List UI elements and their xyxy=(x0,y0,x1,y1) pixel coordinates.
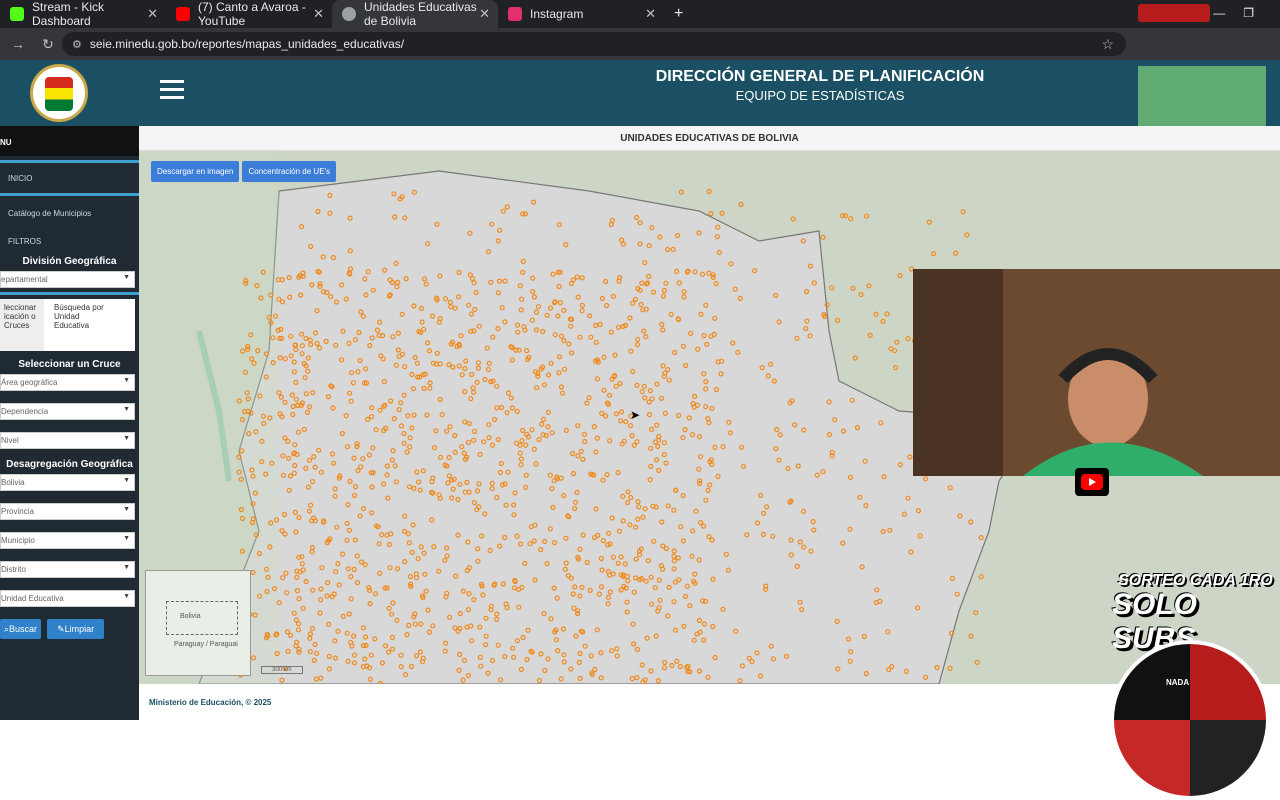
provincia-select[interactable]: Provincia ▼ xyxy=(0,503,135,520)
municipio-select[interactable]: Municipio ▼ xyxy=(0,532,135,549)
close-icon[interactable]: ✕ xyxy=(313,6,324,22)
caret-down-icon: ▼ xyxy=(123,406,130,413)
hamburger-menu-icon[interactable] xyxy=(160,80,184,104)
reload-icon[interactable]: ↻ xyxy=(36,36,60,53)
footer: Ministerio de Educación, © 2025 xyxy=(139,684,1280,720)
close-icon[interactable]: ✕ xyxy=(479,6,490,22)
stream-notification-badge xyxy=(1138,4,1210,22)
bolivia-select[interactable]: Bolivia ▼ xyxy=(0,474,135,491)
webcam-image xyxy=(913,269,1280,476)
prize-wheel: NADA xyxy=(1110,640,1270,800)
site-info-icon[interactable]: ⚙ xyxy=(72,38,82,51)
map-title: UNIDADES EDUCATIVAS DE BOLIVIA xyxy=(139,126,1280,151)
sidebar-item-inicio[interactable]: INICIO xyxy=(0,167,139,189)
dependencia-select[interactable]: Dependencia ▼ xyxy=(0,403,135,420)
header-subtitle: EQUIPO DE ESTADÍSTICAS xyxy=(735,88,905,103)
tab-instagram[interactable]: Instagram ✕ xyxy=(498,0,664,28)
bookmark-star-icon[interactable]: ☆ xyxy=(1101,36,1114,53)
address-input[interactable]: ⚙ seie.minedu.gob.bo/reportes/mapas_unid… xyxy=(62,32,1126,56)
caret-down-icon: ▼ xyxy=(123,506,130,513)
caret-down-icon: ▼ xyxy=(123,435,130,442)
tab-seleccionar-cruces[interactable]: leccionar icación o Cruces xyxy=(0,299,44,351)
wheel-label: NADA xyxy=(1166,678,1190,687)
header-title: DIRECCIÓN GENERAL DE PLANIFICACIÓN xyxy=(655,68,985,85)
division-select[interactable]: epartamental ▼ xyxy=(0,271,135,288)
globe-icon xyxy=(342,7,356,21)
caret-down-icon: ▼ xyxy=(123,535,130,542)
youtube-logo-icon xyxy=(1075,468,1109,496)
tab-youtube[interactable]: (7) Canto a Avaroa - YouTube ✕ xyxy=(166,0,332,28)
caret-down-icon: ▼ xyxy=(123,593,130,600)
division-title: División Geográfica xyxy=(22,256,117,267)
caret-down-icon: ▼ xyxy=(123,564,130,571)
caret-down-icon: ▼ xyxy=(123,377,130,384)
close-icon[interactable]: ✕ xyxy=(645,6,656,22)
distrito-select[interactable]: Distrito ▼ xyxy=(0,561,135,578)
concentration-button[interactable]: Concentración de UE's xyxy=(242,161,337,182)
area-select[interactable]: Área geográfica ▼ xyxy=(0,374,135,391)
mouse-cursor-icon: ➤ xyxy=(630,408,641,422)
sidebar: NU INICIO Catálogo de Municipios FILTROS… xyxy=(0,126,139,720)
caret-down-icon: ▼ xyxy=(123,274,130,281)
close-icon[interactable]: ✕ xyxy=(147,6,158,22)
divider xyxy=(0,160,139,163)
divider xyxy=(0,292,139,295)
browser-tab-bar: Stream - Kick Dashboard ✕ (7) Canto a Ava… xyxy=(0,0,1280,28)
cruce-title: Seleccionar un Cruce xyxy=(18,359,121,370)
filter-tabs: leccionar icación o Cruces Búsqueda por … xyxy=(0,299,135,351)
youtube-icon xyxy=(176,7,190,21)
desagregacion-title: Desagregación Geográfica xyxy=(6,459,133,470)
ministry-logo[interactable] xyxy=(30,64,88,122)
new-tab-button[interactable]: + xyxy=(674,5,683,23)
caret-down-icon: ▼ xyxy=(123,477,130,484)
sidebar-item-catalogo[interactable]: Catálogo de Municipios xyxy=(0,202,139,224)
map-toolbar: Descargar en imagen Concentración de UE'… xyxy=(151,161,337,182)
unidad-educativa-select[interactable]: Unidad Educativa ▼ xyxy=(0,590,135,607)
divider xyxy=(0,193,139,196)
streamer-webcam xyxy=(913,269,1280,476)
overview-minimap[interactable]: Bolivia Paraguay / Paraguai xyxy=(145,570,251,676)
buscar-button[interactable]: ⌕Buscar xyxy=(0,619,42,639)
tab-busqueda-unidad[interactable]: Búsqueda por Unidad Educativa xyxy=(50,299,120,351)
instagram-icon xyxy=(508,7,522,21)
tab-kick-dashboard[interactable]: Stream - Kick Dashboard ✕ xyxy=(0,0,166,28)
minimap-viewport[interactable] xyxy=(166,601,238,635)
download-image-button[interactable]: Descargar en imagen xyxy=(151,161,240,182)
nivel-select[interactable]: Nivel ▼ xyxy=(0,432,135,449)
site-header: DIRECCIÓN GENERAL DE PLANIFICACIÓN EQUIP… xyxy=(0,60,1280,126)
map-scale: 300 km xyxy=(261,666,303,674)
window-controls[interactable]: —❐ xyxy=(1213,6,1272,20)
eraser-icon: ✎ xyxy=(57,624,65,634)
address-bar-row: → ↻ ⚙ seie.minedu.gob.bo/reportes/mapas_… xyxy=(0,28,1280,60)
sidebar-menu-header: NU xyxy=(0,126,139,156)
sidebar-filtros-label: FILTROS xyxy=(8,236,42,246)
minimap-label-paraguay: Paraguay / Paraguai xyxy=(174,641,238,648)
limpiar-button[interactable]: ✎Limpiar xyxy=(47,619,105,639)
minimap-label-bolivia: Bolivia xyxy=(180,613,201,620)
kick-icon xyxy=(10,7,24,21)
forward-icon[interactable]: → xyxy=(6,36,30,52)
tab-unidades-educativas[interactable]: Unidades Educativas de Bolivia ✕ xyxy=(332,0,498,28)
coat-of-arms-icon xyxy=(45,77,73,111)
